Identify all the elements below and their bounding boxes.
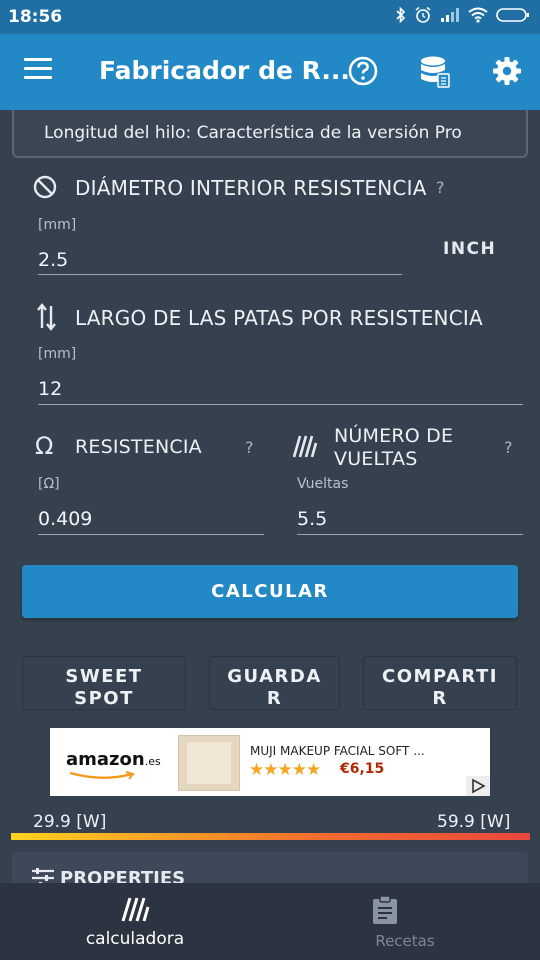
- alarm-icon: [415, 6, 431, 23]
- resistance-input[interactable]: 0.409: [38, 508, 92, 530]
- legs-label: LARGO DE LAS PATAS POR RESISTENCIA: [75, 306, 483, 330]
- menu-icon[interactable]: [24, 58, 52, 82]
- pro-info-card: Longitud del hilo: Característica de la …: [12, 110, 528, 158]
- resistance-label: RESISTENCIA: [75, 436, 202, 458]
- diameter-underline: [38, 274, 402, 275]
- amazon-logo: amazon.es: [66, 749, 161, 770]
- turns-input[interactable]: 5.5: [297, 508, 327, 530]
- share-line1: COMPARTI: [382, 666, 498, 687]
- app-title: Fabricador de R...: [99, 56, 350, 85]
- clipboard-icon: [373, 895, 397, 924]
- resistance-underline: [38, 534, 264, 535]
- calculate-button[interactable]: CALCULAR: [22, 565, 518, 618]
- amazon-smile-icon: [69, 771, 135, 780]
- turns-label-line2: VUELTAS: [334, 448, 418, 470]
- diameter-icon: [33, 175, 57, 199]
- diameter-label: DIÁMETRO INTERIOR RESISTENCIA: [75, 176, 427, 200]
- nav-calculator[interactable]: calculadora: [0, 883, 270, 960]
- save-line1: GUARDA: [227, 666, 322, 687]
- legs-input[interactable]: 12: [38, 378, 62, 400]
- save-line2: R: [266, 688, 283, 709]
- status-time: 18:56: [8, 7, 63, 27]
- share-line2: R: [432, 688, 448, 709]
- ad-rating-stars: ★★★★★: [249, 760, 321, 780]
- turns-label-line1: NÚMERO DE: [334, 425, 454, 447]
- battery-icon: [496, 8, 529, 22]
- ad-product-title: MUJI MAKEUP FACIAL SOFT ...: [250, 744, 425, 758]
- share-button[interactable]: COMPARTI R: [363, 656, 517, 710]
- nav-calculator-label: calculadora: [85, 929, 185, 949]
- database-icon[interactable]: [420, 56, 450, 88]
- sweet-spot-button[interactable]: SWEET SPOT: [22, 656, 186, 710]
- wire-length-note: Longitud del hilo: Característica de la …: [44, 123, 462, 143]
- power-min: 29.9 [W]: [33, 812, 107, 832]
- legs-unit: [mm]: [38, 346, 77, 362]
- turns-underline: [297, 534, 523, 535]
- save-button[interactable]: GUARDA R: [209, 656, 340, 710]
- nav-recipes-label: Recetas: [375, 932, 435, 950]
- app-bar: Fabricador de R...: [0, 34, 540, 110]
- power-gradient-bar: [11, 833, 530, 840]
- settings-icon[interactable]: [492, 56, 522, 86]
- status-icons: [396, 6, 530, 24]
- status-bar: 18:56: [0, 0, 540, 34]
- ad-price: €6,15: [340, 761, 385, 777]
- sweet-spot-line2: SPOT: [74, 688, 134, 709]
- diameter-input[interactable]: 2.5: [38, 249, 68, 271]
- product-image: [178, 735, 240, 791]
- diameter-unit: [mm]: [38, 217, 77, 233]
- nav-recipes[interactable]: Recetas: [270, 883, 540, 960]
- turns-help[interactable]: ?: [504, 438, 513, 457]
- diameter-help[interactable]: ?: [436, 178, 445, 197]
- resistance-help[interactable]: ?: [245, 438, 254, 457]
- bluetooth-icon: [396, 6, 406, 24]
- omega-icon: Ω: [35, 432, 54, 460]
- coil-icon: [292, 435, 318, 458]
- sweet-spot-line1: SWEET: [65, 666, 143, 687]
- power-max: 59.9 [W]: [437, 812, 511, 832]
- resistance-unit: [Ω]: [38, 476, 60, 492]
- inch-toggle-button[interactable]: INCH: [443, 239, 496, 259]
- help-icon[interactable]: [348, 56, 378, 86]
- amazon-ad-banner[interactable]: amazon.es MUJI MAKEUP FACIAL SOFT ... ★★…: [50, 728, 490, 796]
- bottom-navigation: calculadora Recetas: [0, 883, 540, 960]
- length-arrows-icon: [37, 303, 56, 331]
- signal-icon: [441, 8, 459, 22]
- wifi-icon: [468, 7, 488, 23]
- turns-unit: Vueltas: [297, 476, 349, 492]
- legs-underline: [38, 404, 523, 405]
- coil-icon: [121, 897, 150, 922]
- adchoices-icon[interactable]: [466, 776, 490, 796]
